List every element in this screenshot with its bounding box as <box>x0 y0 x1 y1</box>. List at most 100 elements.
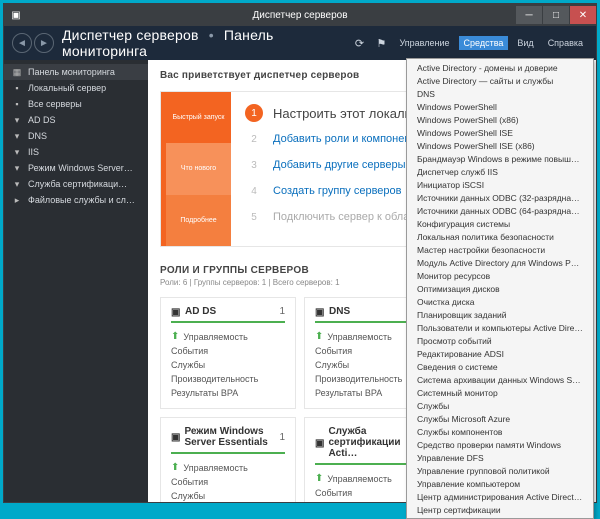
maximize-button[interactable]: □ <box>543 6 569 24</box>
step-number: 5 <box>245 208 263 226</box>
header-bar: ◄ ► Диспетчер серверов • Панель монитори… <box>4 26 596 60</box>
sidebar-item-4[interactable]: ▾DNS <box>4 128 148 144</box>
breadcrumb-app: Диспетчер серверов <box>62 27 199 43</box>
role-tile-3[interactable]: ▣ Режим Windows Server Essentials 1 ⬆Упр… <box>160 417 296 502</box>
window-title: Диспетчер серверов <box>252 10 347 21</box>
tile-row-perf[interactable]: Производительность <box>171 372 285 386</box>
tools-menu-item-26[interactable]: Службы <box>407 399 593 412</box>
tools-menu-item-30[interactable]: Управление DFS <box>407 451 593 464</box>
tools-menu-item-23[interactable]: Сведения о системе <box>407 360 593 373</box>
sidebar-icon: ▪ <box>12 83 22 93</box>
status-up-icon: ⬆ <box>315 331 323 342</box>
nav-back-button[interactable]: ◄ <box>12 33 32 53</box>
nav-forward-button[interactable]: ► <box>34 33 54 53</box>
sidebar-item-label: Локальный сервер <box>28 83 106 93</box>
sidebar-item-label: Режим Windows Server… <box>28 163 133 173</box>
tile-count: 1 <box>279 432 285 443</box>
tile-row-services[interactable]: Службы <box>171 489 285 502</box>
tools-menu-item-15[interactable]: Модуль Active Directory для Windows Powe… <box>407 256 593 269</box>
tools-menu-item-28[interactable]: Службы компонентов <box>407 425 593 438</box>
sidebar-item-5[interactable]: ▾IIS <box>4 144 148 160</box>
step-number: 4 <box>245 182 263 200</box>
tile-row-manage[interactable]: ⬆Управляемость <box>171 460 285 475</box>
tile-row-events[interactable]: События <box>171 344 285 358</box>
tile-row-services[interactable]: Службы <box>171 358 285 372</box>
sidebar-item-label: AD DS <box>28 115 56 125</box>
minimize-button[interactable]: ─ <box>516 6 542 24</box>
tools-menu-item-2[interactable]: DNS <box>407 87 593 100</box>
tools-menu-item-12[interactable]: Конфигурация системы <box>407 217 593 230</box>
tools-menu-item-8[interactable]: Диспетчер служб IIS <box>407 165 593 178</box>
tools-menu-item-29[interactable]: Средство проверки памяти Windows <box>407 438 593 451</box>
tools-dropdown: Active Directory - домены и довериеActiv… <box>406 58 594 519</box>
sidebar-item-2[interactable]: ▪Все серверы <box>4 96 148 112</box>
server-icon: ▣ <box>315 307 325 317</box>
tab-quickstart[interactable]: Быстрый запуск <box>166 92 231 143</box>
menu-tools[interactable]: Средства <box>459 36 509 50</box>
close-button[interactable]: ✕ <box>570 6 596 24</box>
tools-menu-item-20[interactable]: Пользователи и компьютеры Active Directo… <box>407 321 593 334</box>
tools-menu-item-4[interactable]: Windows PowerShell (x86) <box>407 113 593 126</box>
sidebar-item-6[interactable]: ▾ Режим Windows Server… <box>4 160 148 176</box>
tools-menu-item-0[interactable]: Active Directory - домены и доверие <box>407 61 593 74</box>
sidebar-icon: ▾ <box>12 147 22 157</box>
tools-menu-item-9[interactable]: Инициатор iSCSI <box>407 178 593 191</box>
tools-menu-item-18[interactable]: Очистка диска <box>407 295 593 308</box>
menu-help[interactable]: Справка <box>543 36 588 50</box>
sidebar-item-1[interactable]: ▪ Локальный сервер <box>4 80 148 96</box>
tools-menu-item-3[interactable]: Windows PowerShell <box>407 100 593 113</box>
server-icon: ▣ <box>171 307 181 317</box>
tools-menu-item-25[interactable]: Системный монитор <box>407 386 593 399</box>
step-number: 3 <box>245 156 263 174</box>
sidebar-item-7[interactable]: ▾Служба сертификаци… <box>4 176 148 192</box>
step-label: Создать группу серверов <box>273 185 402 197</box>
tools-menu-item-19[interactable]: Планировщик заданий <box>407 308 593 321</box>
tile-name: ▣ DNS <box>315 306 350 317</box>
step-number: 1 <box>245 104 263 122</box>
sidebar-item-label: Панель мониторинга <box>28 67 115 77</box>
tile-name: ▣ AD DS <box>171 306 216 317</box>
tools-menu-item-13[interactable]: Локальная политика безопасности <box>407 230 593 243</box>
sidebar-item-label: Файловые службы и сл… <box>28 195 135 205</box>
server-icon: ▣ <box>315 438 324 448</box>
tile-row-manage[interactable]: ⬆Управляемость <box>171 329 285 344</box>
tools-menu-item-17[interactable]: Оптимизация дисков <box>407 282 593 295</box>
role-tile-0[interactable]: ▣ AD DS 1 ⬆Управляемость События Службы … <box>160 297 296 409</box>
tools-menu-item-16[interactable]: Монитор ресурсов <box>407 269 593 282</box>
tools-menu-item-24[interactable]: Система архивации данных Windows Server <box>407 373 593 386</box>
sidebar-icon: ▾ <box>12 163 22 173</box>
tools-menu-item-7[interactable]: Брандмауэр Windows в режиме повышенной б… <box>407 152 593 165</box>
flag-icon[interactable]: ⚑ <box>372 34 390 52</box>
status-up-icon: ⬆ <box>171 331 179 342</box>
tools-menu-item-6[interactable]: Windows PowerShell ISE (x86) <box>407 139 593 152</box>
tools-menu-item-11[interactable]: Источники данных ODBC (64-разрядная верс… <box>407 204 593 217</box>
tools-menu-item-21[interactable]: Просмотр событий <box>407 334 593 347</box>
sidebar-item-0[interactable]: ▦Панель мониторинга <box>4 64 148 80</box>
breadcrumb: Диспетчер серверов • Панель мониторинга <box>62 27 350 59</box>
breadcrumb-sep-icon: • <box>209 27 214 43</box>
tools-menu-item-32[interactable]: Управление компьютером <box>407 477 593 490</box>
refresh-icon[interactable]: ⟳ <box>350 34 368 52</box>
menu-view[interactable]: Вид <box>512 36 538 50</box>
sidebar-item-8[interactable]: ▸ Файловые службы и сл… <box>4 192 148 208</box>
tools-menu-item-31[interactable]: Управление групповой политикой <box>407 464 593 477</box>
sidebar-icon: ▪ <box>12 99 22 109</box>
sidebar-icon: ▸ <box>12 195 22 205</box>
tools-menu-item-22[interactable]: Редактирование ADSI <box>407 347 593 360</box>
tile-row-bpa[interactable]: Результаты BPA <box>171 386 285 400</box>
tools-menu-item-5[interactable]: Windows PowerShell ISE <box>407 126 593 139</box>
tile-row-events[interactable]: События <box>171 475 285 489</box>
tools-menu-item-1[interactable]: Active Directory — сайты и службы <box>407 74 593 87</box>
tab-learnmore[interactable]: Подробнее <box>166 195 231 246</box>
sidebar: ▦Панель мониторинга ▪ Локальный сервер ▪Все… <box>4 60 148 502</box>
tab-whatsnew[interactable]: Что нового <box>166 143 231 194</box>
sidebar-item-3[interactable]: ▾AD DS <box>4 112 148 128</box>
tools-menu-item-10[interactable]: Источники данных ODBC (32-разрядная верс… <box>407 191 593 204</box>
status-up-icon: ⬆ <box>315 473 323 484</box>
menu-manage[interactable]: Управление <box>394 36 454 50</box>
tools-menu-item-34[interactable]: Центр сертификации <box>407 503 593 516</box>
tools-menu-item-33[interactable]: Центр администрирования Active Directory <box>407 490 593 503</box>
tools-menu-item-14[interactable]: Мастер настройки безопасности <box>407 243 593 256</box>
tile-count: 1 <box>279 306 285 317</box>
tools-menu-item-27[interactable]: Службы Microsoft Azure <box>407 412 593 425</box>
